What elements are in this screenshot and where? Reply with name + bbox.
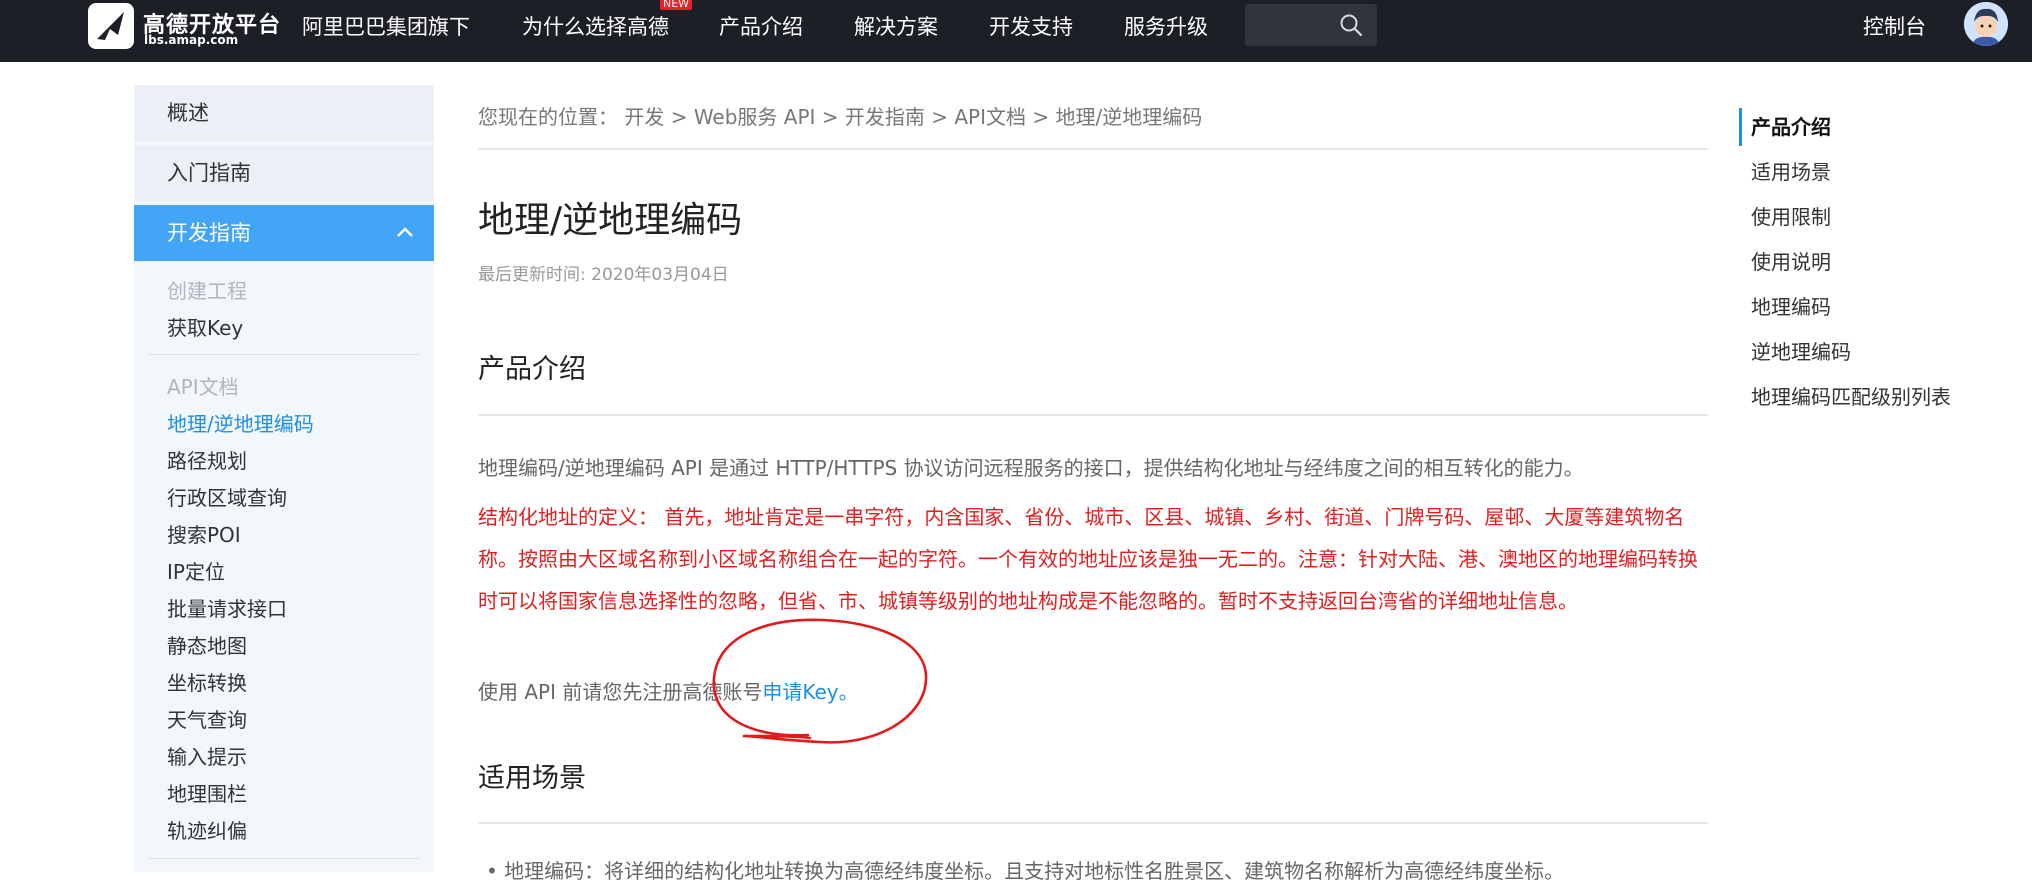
toc-item-use-cases[interactable]: 适用场景 [1751,157,1831,187]
sidebar-item-search-poi[interactable]: 搜索POI [167,521,241,549]
nav-dev-support[interactable]: 开发支持 [989,13,1073,41]
search-input[interactable] [1245,4,1377,46]
user-avatar[interactable] [1964,2,2008,46]
divider [478,822,1708,824]
logo-domain: lbs.amap.com [144,33,239,47]
section-heading-use-cases: 适用场景 [478,763,586,794]
sidebar-group-api-docs: API文档 [167,375,239,399]
nav-products[interactable]: 产品介绍 [719,13,803,41]
sidebar-item-coordinate-convert[interactable]: 坐标转换 [167,669,247,697]
new-badge: NEW [660,0,693,10]
toc-item-limits[interactable]: 使用限制 [1751,202,1831,232]
sidebar-item-get-key[interactable]: 获取Key [167,314,243,342]
toc-item-reverse-geocoding[interactable]: 逆地理编码 [1751,337,1851,367]
amap-logo[interactable]: 高德开放平台 lbs.amap.com [88,3,280,49]
sidebar-item-dev-guide[interactable]: 开发指南 [134,205,434,261]
sidebar-item-static-map[interactable]: 静态地图 [167,632,247,660]
console-link[interactable]: 控制台 [1863,13,1926,41]
top-nav: 高德开放平台 lbs.amap.com 阿里巴巴集团旗下 为什么选择高德 NEW… [0,0,2032,62]
sidebar-item-overview[interactable]: 概述 [134,85,434,141]
chevron-up-icon[interactable] [396,225,414,239]
toc-item-usage[interactable]: 使用说明 [1751,247,1831,277]
sidebar-item-ip-location[interactable]: IP定位 [167,558,225,586]
sidebar-item-input-tips[interactable]: 输入提示 [167,743,247,771]
last-updated: 最后更新时间: 2020年03月04日 [478,265,729,285]
sidebar-item-geocoding[interactable]: 地理/逆地理编码 [167,410,314,438]
section-heading-product-intro: 产品介绍 [478,354,586,385]
search-icon[interactable] [1339,13,1363,37]
red-annotation-circle [712,618,928,744]
sidebar-item-district-query[interactable]: 行政区域查询 [167,484,287,512]
address-definition-paragraph: 结构化地址的定义： 首先，地址肯定是一串字符，内含国家、省份、城市、区县、城镇、… [478,505,1698,613]
sidebar-item-getting-started[interactable]: 入门指南 [134,145,434,201]
sidebar-item-track-correction[interactable]: 轨迹纠偏 [167,817,247,845]
toc-item-product-intro[interactable]: 产品介绍 [1751,112,1831,142]
page-title: 地理/逆地理编码 [478,200,743,241]
breadcrumb[interactable]: 您现在的位置： 开发 > Web服务 API > 开发指南 > API文档 > … [478,102,1202,132]
sidebar-item-weather[interactable]: 天气查询 [167,706,247,734]
sidebar-item-batch-request[interactable]: 批量请求接口 [167,595,287,623]
divider [478,414,1708,416]
toc-item-geocoding[interactable]: 地理编码 [1751,292,1831,322]
sidebar-group-create-project: 创建工程 [167,279,247,303]
sidebar-item-geofence[interactable]: 地理围栏 [167,780,247,808]
toc-item-match-levels[interactable]: 地理编码匹配级别列表 [1751,382,1951,412]
sidebar-item-route-planning[interactable]: 路径规划 [167,447,247,475]
sidebar-divider [149,858,419,859]
sidebar: 概述 入门指南 开发指南 创建工程 获取Key API文档 地理/逆地理编码 路… [134,85,434,872]
nav-solutions[interactable]: 解决方案 [854,13,938,41]
key-paragraph: 使用 API 前请您先注册高德账号申请Key。 [478,671,1708,713]
divider [478,148,1708,150]
nav-alibaba[interactable]: 阿里巴巴集团旗下 [302,13,470,41]
intro-paragraph: 地理编码/逆地理编码 API 是通过 HTTP/HTTPS 协议访问远程服务的接… [478,456,1584,480]
nav-why-amap[interactable]: 为什么选择高德 [522,13,669,41]
use-case-item: • 地理编码：将详细的结构化地址转换为高德经纬度坐标。且支持对地标性名胜景区、建… [486,859,1565,883]
amap-logo-icon [88,3,134,49]
nav-service-upgrade[interactable]: 服务升级 [1124,13,1208,41]
toc-active-indicator [1739,108,1742,146]
avatar-icon [1964,2,2008,46]
sidebar-divider [149,354,419,355]
sidebar-item-dev-guide-label: 开发指南 [167,221,251,245]
